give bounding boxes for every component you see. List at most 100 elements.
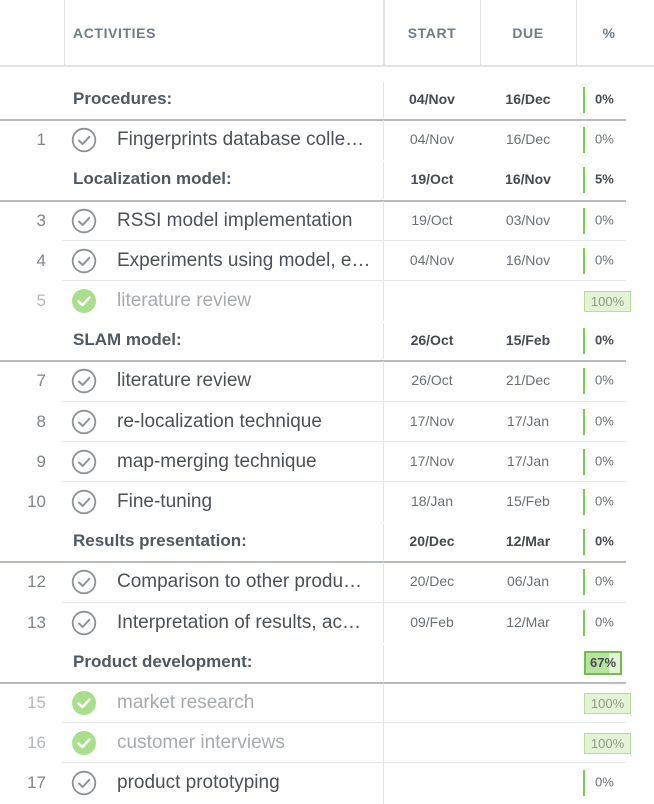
column-divider — [383, 683, 384, 724]
task-start-date[interactable]: 19/Oct — [384, 212, 480, 228]
task-title[interactable]: Comparison to other produ… — [117, 571, 379, 593]
task-start-date[interactable]: 04/Nov — [384, 252, 480, 268]
check-circle-icon[interactable] — [71, 449, 97, 475]
column-header-percent[interactable]: % — [577, 0, 641, 65]
check-circle-icon[interactable] — [71, 208, 97, 234]
progress-indicator — [583, 489, 585, 516]
task-percent-complete: 100% — [584, 693, 631, 715]
task-row[interactable]: 15 market research 100% — [0, 683, 654, 724]
task-percent: 0% — [595, 212, 614, 228]
task-due-date[interactable]: 17/Jan — [480, 453, 576, 469]
progress-indicator — [583, 770, 585, 797]
task-due-date[interactable]: 03/Nov — [480, 212, 576, 228]
check-circle-icon[interactable] — [71, 770, 97, 796]
task-title[interactable]: product prototyping — [117, 772, 379, 794]
column-divider — [383, 524, 384, 561]
task-due-date[interactable]: 12/Mar — [480, 614, 576, 630]
row-number: 12 — [27, 572, 46, 592]
task-start-date[interactable]: 20/Dec — [384, 573, 480, 589]
check-circle-icon[interactable] — [71, 610, 97, 636]
task-percent: 0% — [595, 453, 614, 469]
task-due-date[interactable]: 21/Dec — [480, 372, 576, 388]
task-percent: 0% — [595, 774, 614, 790]
column-divider — [383, 441, 384, 482]
group-row[interactable]: Product development: 67% — [0, 643, 654, 684]
task-title[interactable]: literature review — [117, 290, 379, 312]
progress-indicator — [583, 609, 585, 636]
check-circle-icon[interactable] — [71, 489, 97, 515]
group-title: SLAM model: — [73, 330, 182, 350]
progress-indicator — [583, 87, 585, 114]
task-due-date[interactable]: 15/Feb — [480, 493, 576, 509]
task-title[interactable]: Interpretation of results, ac… — [117, 612, 379, 634]
task-row[interactable]: 9 map-merging technique 17/Nov 17/Jan 0% — [0, 441, 654, 482]
task-title[interactable]: RSSI model implementation — [117, 210, 379, 232]
column-header-activities[interactable]: ACTIVITIES — [73, 0, 156, 65]
task-row[interactable]: 4 Experiments using model, e… 04/Nov 16/Nov… — [0, 240, 654, 281]
completed-check-icon[interactable] — [71, 288, 97, 314]
column-divider — [383, 644, 384, 681]
progress-indicator — [583, 569, 585, 596]
completed-check-icon[interactable] — [71, 730, 97, 756]
header-divider — [64, 0, 65, 67]
check-circle-icon[interactable] — [71, 127, 97, 153]
task-row[interactable]: 7 literature review 26/Oct 21/Dec 0% — [0, 361, 654, 402]
column-divider — [383, 482, 384, 523]
check-circle-icon[interactable] — [71, 368, 97, 394]
task-percent-cell: 0% — [583, 127, 614, 154]
task-row[interactable]: 13 Interpretation of results, ac… 09/Feb 12… — [0, 602, 654, 643]
task-title[interactable]: market research — [117, 692, 379, 714]
task-percent: 0% — [595, 614, 614, 630]
row-number: 15 — [27, 693, 46, 713]
group-due-date: 12/Mar — [505, 533, 551, 550]
task-row[interactable]: 17 product prototyping 0% — [0, 763, 654, 804]
column-divider — [383, 240, 384, 281]
task-start-date[interactable]: 26/Oct — [384, 372, 480, 388]
task-due-date[interactable]: 16/Nov — [480, 252, 576, 268]
task-due-date[interactable]: 17/Jan — [480, 413, 576, 429]
task-row[interactable]: 12 Comparison to other produ… 20/Dec 06/Jan… — [0, 562, 654, 603]
task-percent-cell: 0% — [583, 489, 614, 516]
task-title[interactable]: customer interviews — [117, 732, 379, 754]
task-title[interactable]: literature review — [117, 370, 379, 392]
check-circle-icon[interactable] — [71, 569, 97, 595]
task-due-date[interactable]: 06/Jan — [480, 573, 576, 589]
task-row[interactable]: 16 customer interviews 100% — [0, 723, 654, 764]
task-row[interactable]: 5 literature review 100% — [0, 281, 654, 322]
column-divider — [383, 401, 384, 442]
check-circle-icon[interactable] — [71, 248, 97, 274]
task-percent: 0% — [595, 413, 614, 429]
progress-indicator — [583, 328, 585, 355]
task-start-date[interactable]: 17/Nov — [384, 453, 480, 469]
task-title[interactable]: re-localization technique — [117, 411, 379, 433]
task-due-date[interactable]: 16/Dec — [480, 131, 576, 147]
check-circle-icon[interactable] — [71, 409, 97, 435]
task-start-date[interactable]: 18/Jan — [384, 493, 480, 509]
row-number: 8 — [36, 411, 46, 431]
row-number: 10 — [27, 492, 46, 512]
task-start-date[interactable]: 04/Nov — [384, 131, 480, 147]
task-row[interactable]: 10 Fine-tuning 18/Jan 15/Feb 0% — [0, 482, 654, 523]
completed-check-icon[interactable] — [71, 690, 97, 716]
task-start-date[interactable]: 09/Feb — [384, 614, 480, 630]
task-title[interactable]: Fingerprints database colle… — [117, 129, 379, 151]
column-divider — [383, 763, 384, 804]
task-row[interactable]: 1 Fingerprints database colle… 04/Nov 16/De… — [0, 120, 654, 161]
group-row[interactable]: Localization model: 19/Oct 16/Nov 5% — [0, 160, 654, 202]
task-row[interactable]: 8 re-localization technique 17/Nov 17/Jan 0% — [0, 401, 654, 442]
task-start-date[interactable]: 17/Nov — [384, 413, 480, 429]
group-title: Product development: — [73, 651, 253, 671]
task-title[interactable]: Experiments using model, e… — [117, 250, 379, 272]
task-title[interactable]: map-merging technique — [117, 451, 379, 473]
grid-header: ACTIVITIES START DUE % — [0, 0, 654, 67]
column-header-due[interactable]: DUE — [480, 0, 576, 65]
column-divider — [383, 323, 384, 360]
task-row[interactable]: 3 RSSI model implementation 19/Oct 03/Nov 0% — [0, 200, 654, 241]
group-row[interactable]: Results presentation: 20/Dec 12/Mar 0% — [0, 522, 654, 564]
task-percent: 0% — [595, 372, 614, 388]
task-title[interactable]: Fine-tuning — [117, 491, 379, 513]
progress-indicator — [583, 448, 585, 475]
group-row[interactable]: SLAM model: 26/Oct 15/Feb 0% — [0, 321, 654, 363]
column-header-start[interactable]: START — [384, 0, 480, 65]
group-row[interactable]: Procedures: 04/Nov 16/Dec 0% — [0, 80, 654, 122]
